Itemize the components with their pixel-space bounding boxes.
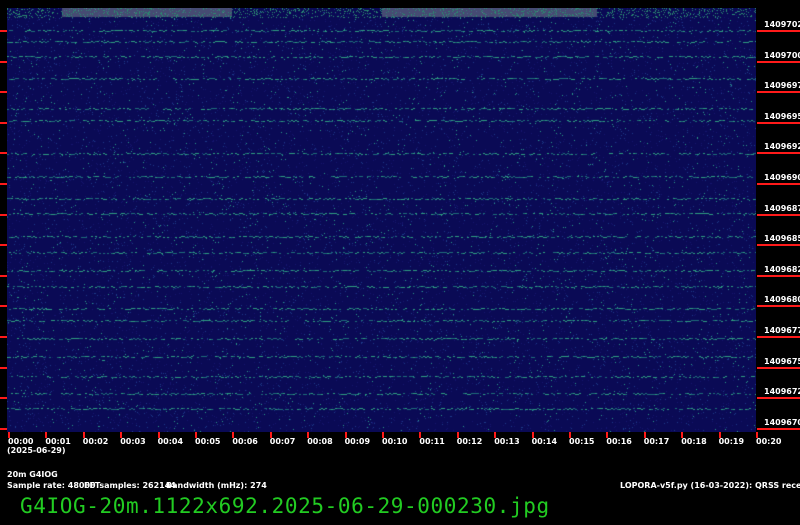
software-label: LOPORA-v5f.py (16-03-2022): QRSS recepti… — [620, 481, 800, 490]
time-tick-label: 00:10 — [382, 437, 408, 446]
left-frequency-tick — [0, 305, 7, 308]
frequency-tick-label: 14097000 — [764, 50, 800, 60]
frequency-tick — [757, 427, 800, 430]
left-frequency-tick — [0, 336, 7, 338]
frequency-tick — [757, 183, 800, 185]
frequency-tick-label: 14096800 — [764, 295, 800, 305]
time-tick-label: 00:15 — [569, 437, 595, 446]
time-tick-label: 00:05 — [195, 437, 221, 446]
spectrogram-waterfall — [7, 8, 756, 432]
left-frequency-tick — [0, 60, 7, 63]
time-tick-label: 00:13 — [494, 437, 520, 446]
time-tick-label: 00:07 — [269, 437, 296, 446]
left-frequency-tick — [0, 244, 7, 247]
frequency-tick-label: 14096750 — [764, 356, 800, 366]
frequency-tick — [757, 244, 800, 247]
time-tick-label: 00:19 — [718, 437, 745, 446]
frequency-tick-label: 14096825 — [764, 264, 800, 274]
time-tick-label: 00:11 — [419, 437, 445, 446]
left-frequency-tick — [0, 397, 7, 400]
frequency-tick — [757, 397, 800, 400]
left-frequency-tick — [0, 427, 7, 430]
frequency-tick — [757, 213, 800, 216]
frequency-tick — [757, 305, 800, 308]
frequency-tick-label: 14096725 — [764, 387, 800, 397]
time-tick-label: 00:12 — [456, 437, 483, 446]
left-frequency-tick — [0, 213, 7, 216]
frequency-tick-label: 14096775 — [764, 326, 800, 335]
left-frequency-tick — [0, 91, 7, 94]
frequency-tick — [757, 336, 800, 338]
left-frequency-tick — [0, 366, 7, 369]
frequency-tick-label: 14096925 — [764, 142, 800, 152]
time-tick-label: 00:06 — [232, 437, 258, 446]
time-tick-label: 00:00 — [8, 437, 34, 446]
frequency-tick-label: 14096900 — [764, 173, 800, 182]
time-tick-label: 00:09 — [344, 437, 371, 446]
frequency-tick — [757, 91, 800, 94]
frequency-tick-label: 14096850 — [764, 234, 800, 244]
time-tick-label: 00:18 — [681, 437, 707, 446]
time-tick-label: 00:01 — [45, 437, 71, 446]
waterfall-noise-canvas — [7, 8, 756, 432]
left-frequency-tick — [0, 121, 7, 124]
frequency-tick — [757, 366, 800, 369]
station-label: 20m G4IOG — [7, 470, 58, 479]
sample-rate-label: Sample rate: 48000 — [7, 481, 96, 490]
frequency-tick-label: 14096875 — [764, 203, 800, 213]
filename-caption: G4IOG-20m.1122x692.2025-06-29-000230.jpg — [20, 494, 550, 518]
time-tick-label: 00:16 — [606, 437, 632, 446]
time-tick-label: 00:20 — [756, 437, 782, 446]
frequency-tick — [757, 60, 800, 63]
fft-samples-label: FFTsamples: 262144 — [84, 481, 176, 490]
bandwidth-label: Bandwidth (mHz): 274 — [166, 481, 267, 490]
time-tick-label: 00:14 — [531, 437, 558, 446]
left-frequency-tick — [0, 152, 7, 155]
frequency-tick-label: 14096700 — [764, 417, 800, 427]
date-label: (2025-06-29) — [7, 446, 66, 455]
time-tick-label: 00:08 — [307, 437, 333, 446]
time-tick-label: 00:02 — [82, 437, 109, 446]
left-frequency-tick — [0, 274, 7, 277]
frequency-tick-label: 14096975 — [764, 81, 800, 91]
left-frequency-tick — [0, 30, 7, 32]
time-tick-label: 00:04 — [157, 437, 184, 446]
frequency-tick — [757, 30, 800, 32]
frequency-tick-label: 14096950 — [764, 111, 800, 121]
frequency-tick-label: 14097025 — [764, 20, 800, 29]
time-tick-label: 00:17 — [643, 437, 670, 446]
frequency-tick — [757, 152, 800, 155]
frequency-tick — [757, 274, 800, 277]
time-tick-label: 00:03 — [120, 437, 146, 446]
frequency-tick — [757, 121, 800, 124]
left-frequency-tick — [0, 183, 7, 185]
